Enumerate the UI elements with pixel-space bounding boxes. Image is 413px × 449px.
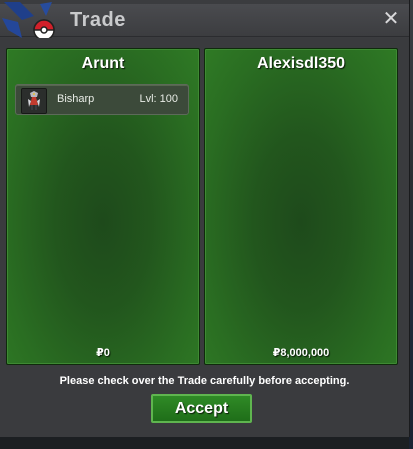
partner-trainer-name: Alexisdl350 <box>256 55 346 72</box>
partner-offer-panel: Alexisdl350 ₽8,000,000 <box>204 48 398 365</box>
bisharp-sprite-icon <box>21 88 47 114</box>
pokemon-name: Bisharp <box>57 93 95 105</box>
trade-notice: Please check over the Trade carefully be… <box>59 375 350 387</box>
my-offer-panel: Arunt Bisharp Lvl: 100 ₽0 <box>6 48 200 365</box>
pokemon-level: Lvl: 100 <box>139 93 178 105</box>
close-icon[interactable]: ✕ <box>381 8 401 30</box>
partner-money-offer: ₽8,000,000 <box>272 347 330 359</box>
my-trainer-name: Arunt <box>81 55 125 72</box>
my-money-offer: ₽0 <box>96 347 110 359</box>
trade-screen: Trade ✕ Arunt Bisharp Lvl: 100 ₽0 Alexis… <box>0 0 413 449</box>
trade-window: Trade ✕ Arunt Bisharp Lvl: 100 ₽0 Alexis… <box>0 0 410 437</box>
accept-button[interactable]: Accept <box>151 394 252 423</box>
trade-content: Arunt Bisharp Lvl: 100 ₽0 Alexisdl350 ₽8… <box>0 38 409 437</box>
window-title: Trade <box>70 9 126 31</box>
offered-pokemon-item[interactable]: Bisharp Lvl: 100 <box>15 84 189 115</box>
